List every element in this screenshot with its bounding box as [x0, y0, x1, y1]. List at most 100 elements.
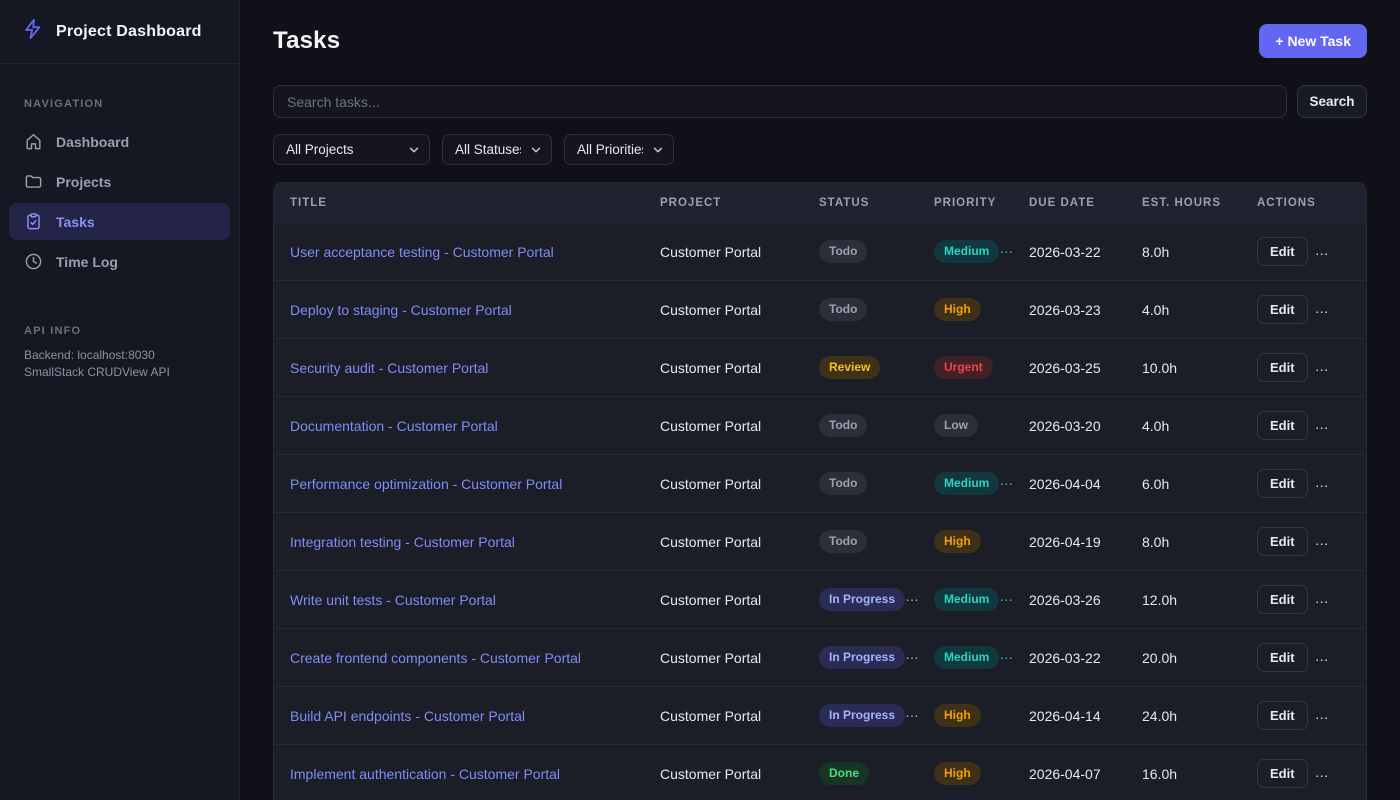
edit-button[interactable]: Edit: [1257, 353, 1308, 382]
est-hours-cell: 10.0h: [1126, 339, 1241, 397]
api-backend-line: Backend: localhost:8030: [24, 347, 215, 364]
table-row: Deploy to staging - Customer Portal Custo…: [274, 281, 1366, 339]
priority-badge: High: [934, 762, 981, 784]
sidebar-item-label: Time Log: [56, 254, 118, 270]
sidebar-item-tasks[interactable]: Tasks: [9, 203, 230, 240]
edit-button[interactable]: Edit: [1257, 295, 1308, 324]
due-date-cell: 2026-04-14: [1013, 687, 1126, 745]
task-title-link[interactable]: User acceptance testing - Customer Porta…: [290, 244, 554, 260]
edit-button[interactable]: Edit: [1257, 701, 1308, 730]
task-title-link[interactable]: Implement authentication - Customer Port…: [290, 766, 560, 782]
folder-icon: [24, 172, 43, 191]
est-hours-cell: 6.0h: [1126, 455, 1241, 513]
priority-filter-wrap: All Priorities: [564, 134, 674, 165]
tasks-table-card: Title Project Status Priority Due Date E…: [273, 182, 1367, 800]
sidebar-item-time-log[interactable]: Time Log: [9, 243, 230, 280]
status-filter-select[interactable]: All Statuses: [442, 134, 552, 165]
due-date-cell: 2026-04-04: [1013, 455, 1126, 513]
est-hours-cell: 24.0h: [1126, 687, 1241, 745]
app-logo-row: Project Dashboard: [0, 0, 239, 64]
sidebar-item-projects[interactable]: Projects: [9, 163, 230, 200]
due-date-cell: 2026-03-25: [1013, 339, 1126, 397]
sidebar-nav: Dashboard Projects Tasks Time Log: [0, 120, 239, 283]
column-header-priority: Priority: [918, 183, 1013, 223]
app-title: Project Dashboard: [56, 23, 202, 41]
status-badge: Todo: [819, 472, 867, 494]
edit-button[interactable]: Edit: [1257, 643, 1308, 672]
priority-badge: Medium: [934, 472, 999, 494]
lightning-bolt-icon: [22, 18, 44, 45]
table-row: Integration testing - Customer PortalCus…: [274, 513, 1366, 571]
priority-badge: Medium: [934, 588, 999, 610]
table-row: User acceptance testing - Customer Porta…: [274, 223, 1366, 281]
column-header-status: Status: [803, 183, 918, 223]
home-icon: [24, 132, 43, 151]
table-row: Create frontend components - Customer Po…: [274, 629, 1366, 687]
sidebar-item-label: Projects: [56, 174, 111, 190]
table-row: Write unit tests - Customer Portal Custom…: [274, 571, 1366, 629]
sidebar-item-dashboard[interactable]: Dashboard: [9, 123, 230, 160]
search-input[interactable]: [273, 85, 1287, 118]
status-badge: In Progress: [819, 704, 905, 726]
clipboard-icon: [24, 212, 43, 231]
edit-button[interactable]: Edit: [1257, 585, 1308, 614]
status-badge: Todo: [819, 530, 867, 552]
table-row: Documentation - Customer Portal Customer …: [274, 397, 1366, 455]
status-badge: Done: [819, 762, 869, 784]
due-date-cell: 2026-03-22: [1013, 629, 1126, 687]
column-header-title: Title: [274, 183, 644, 223]
status-badge: In Progress: [819, 646, 905, 668]
due-date-cell: 2026-04-19: [1013, 513, 1126, 571]
est-hours-cell: 12.0h: [1126, 571, 1241, 629]
new-task-button[interactable]: + New Task: [1259, 24, 1367, 58]
project-cell: Customer Portal: [644, 745, 803, 800]
search-bar: Search: [273, 85, 1367, 118]
clock-icon: [24, 252, 43, 271]
project-cell: Customer Portal: [644, 571, 803, 629]
column-header-due-date: Due Date: [1013, 183, 1126, 223]
project-cell: Customer Portal: [644, 339, 803, 397]
priority-filter-select[interactable]: All Priorities: [564, 134, 674, 165]
priority-badge: Medium: [934, 240, 999, 262]
column-header-est-hours: Est. Hours: [1126, 183, 1241, 223]
task-title-link[interactable]: Create frontend components - Customer Po…: [290, 650, 581, 666]
est-hours-cell: 4.0h: [1126, 397, 1241, 455]
project-filter-select[interactable]: All Projects: [273, 134, 430, 165]
task-title-link[interactable]: Write unit tests - Customer Portal: [290, 592, 496, 608]
main-content: Tasks + New Task Search All Projects All…: [240, 0, 1400, 800]
due-date-cell: 2026-03-23: [1013, 281, 1126, 339]
task-title-link[interactable]: Documentation - Customer Portal: [290, 418, 498, 434]
table-row: Implement authentication - Customer Port…: [274, 745, 1366, 800]
edit-button[interactable]: Edit: [1257, 237, 1308, 266]
status-badge: Todo: [819, 240, 867, 262]
edit-button[interactable]: Edit: [1257, 469, 1308, 498]
table-row: Performance optimization - Customer Port…: [274, 455, 1366, 513]
task-title-link[interactable]: Performance optimization - Customer Port…: [290, 476, 562, 492]
est-hours-cell: 16.0h: [1126, 745, 1241, 800]
task-title-link[interactable]: Security audit - Customer Portal: [290, 360, 488, 376]
project-filter-wrap: All Projects: [273, 134, 430, 165]
edit-button[interactable]: Edit: [1257, 411, 1308, 440]
priority-badge: Urgent: [934, 356, 993, 378]
table-row: Build API endpoints - Customer Portal Cus…: [274, 687, 1366, 745]
status-filter-wrap: All Statuses: [442, 134, 552, 165]
project-cell: Customer Portal: [644, 397, 803, 455]
project-cell: Customer Portal: [644, 281, 803, 339]
est-hours-cell: 4.0h: [1126, 281, 1241, 339]
edit-button[interactable]: Edit: [1257, 759, 1308, 788]
api-info: API INFO Backend: localhost:8030 SmallSt…: [24, 325, 215, 382]
task-title-link[interactable]: Integration testing - Customer Portal: [290, 534, 515, 550]
search-button[interactable]: Search: [1297, 85, 1367, 118]
status-badge: Todo: [819, 298, 867, 320]
project-cell: Customer Portal: [644, 687, 803, 745]
status-badge: In Progress: [819, 588, 905, 610]
task-title-link[interactable]: Build API endpoints - Customer Portal: [290, 708, 525, 724]
table-row: Security audit - Customer Portal Customer…: [274, 339, 1366, 397]
nav-section-label: NAVIGATION: [24, 98, 215, 110]
edit-button[interactable]: Edit: [1257, 527, 1308, 556]
sidebar-item-label: Dashboard: [56, 134, 129, 150]
due-date-cell: 2026-03-20: [1013, 397, 1126, 455]
task-title-link[interactable]: Deploy to staging - Customer Portal: [290, 302, 512, 318]
priority-badge: High: [934, 704, 981, 726]
project-cell: Customer Portal: [644, 455, 803, 513]
